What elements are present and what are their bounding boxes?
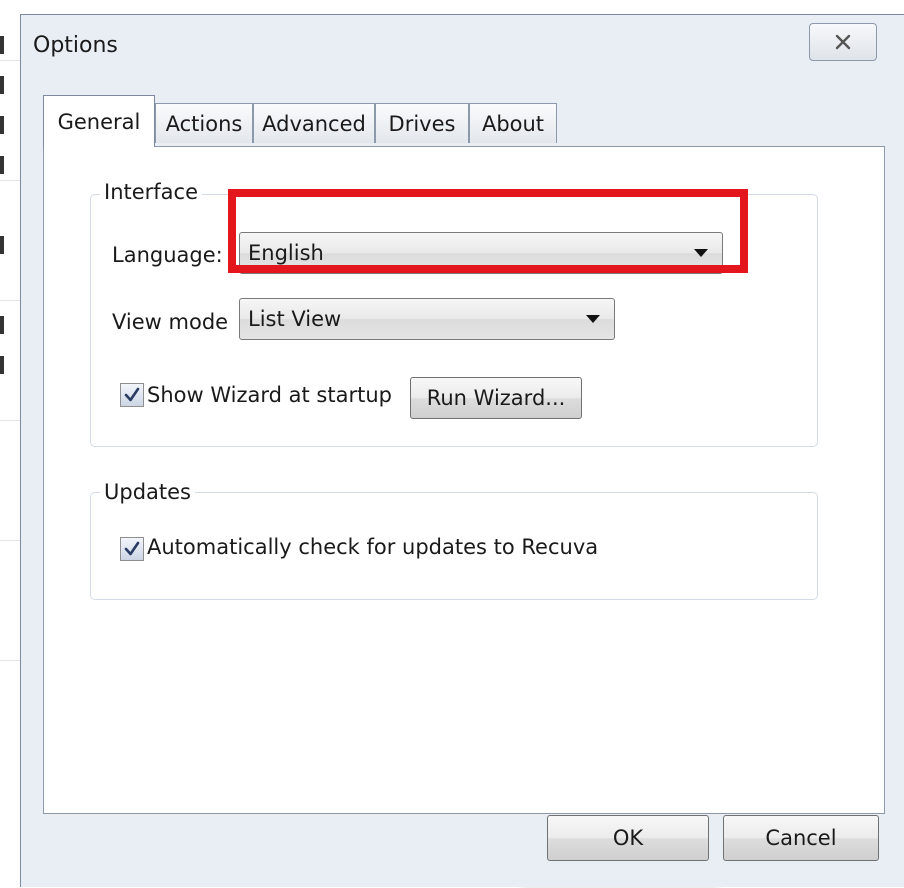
updates-group-title: Updates	[100, 480, 195, 504]
background-row-mark	[0, 236, 4, 254]
language-label: Language:	[112, 243, 223, 267]
view-mode-dropdown-value: List View	[248, 307, 342, 331]
show-wizard-checkbox[interactable]	[120, 383, 144, 407]
language-highlight-box	[228, 189, 748, 273]
auto-update-checkbox[interactable]	[120, 537, 144, 561]
background-row-mark	[0, 76, 4, 94]
auto-update-label: Automatically check for updates to Recuv…	[147, 535, 599, 559]
close-button[interactable]	[809, 23, 877, 61]
run-wizard-button[interactable]: Run Wizard...	[410, 377, 582, 419]
tab-advanced[interactable]: Advanced	[253, 103, 375, 143]
tab-drives[interactable]: Drives	[375, 103, 469, 143]
background-row-mark	[0, 116, 4, 134]
show-wizard-label: Show Wizard at startup	[147, 383, 392, 407]
interface-group-title: Interface	[100, 180, 203, 204]
background-row-mark	[0, 356, 4, 374]
tab-about[interactable]: About	[469, 103, 557, 143]
cancel-button[interactable]: Cancel	[723, 815, 879, 861]
tab-general[interactable]: General	[43, 95, 155, 147]
background-row-mark	[0, 316, 4, 334]
check-icon	[124, 387, 140, 402]
options-dialog: Options General Actions Advanced Drives …	[20, 14, 904, 887]
dialog-title: Options	[33, 33, 118, 58]
view-mode-label: View mode	[112, 310, 229, 334]
tab-actions[interactable]: Actions	[155, 103, 253, 143]
check-icon	[124, 541, 140, 556]
ok-button[interactable]: OK	[547, 815, 709, 861]
background-row-mark	[0, 156, 4, 174]
close-icon	[835, 34, 851, 50]
chevron-down-icon	[586, 315, 600, 323]
view-mode-dropdown[interactable]: List View	[239, 298, 615, 340]
background-row-mark	[0, 36, 4, 54]
